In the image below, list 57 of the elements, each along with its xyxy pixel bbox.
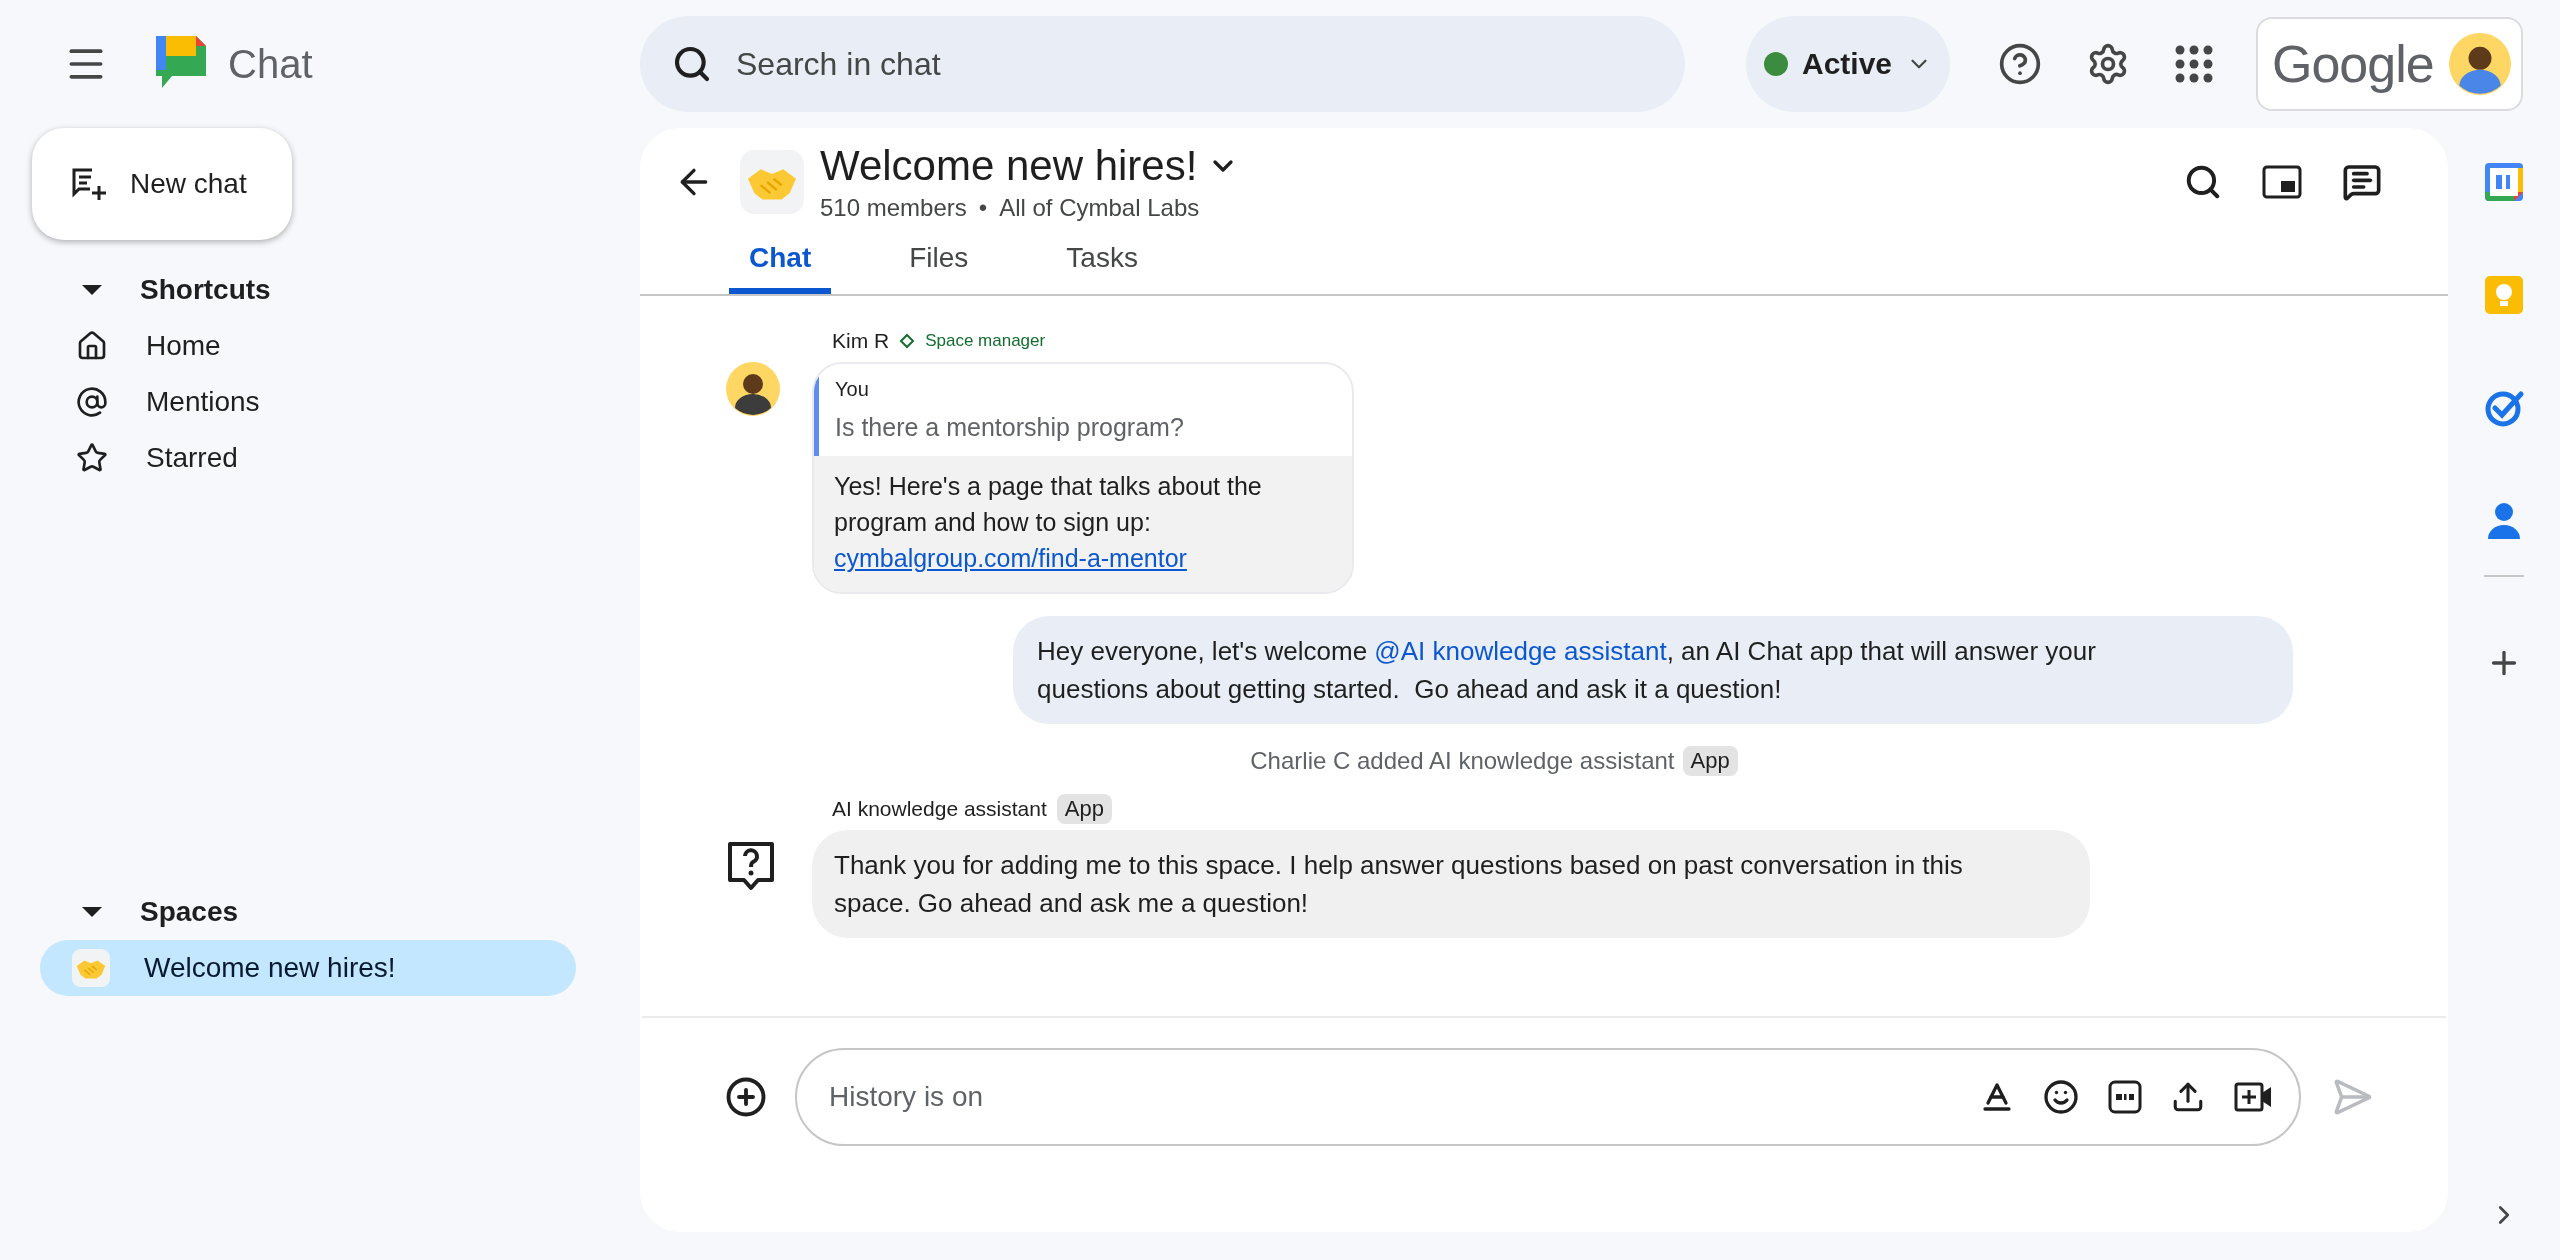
quote-author: You (835, 378, 870, 401)
picture-in-picture-icon[interactable] (2262, 164, 2302, 200)
add-icon[interactable] (725, 1076, 767, 1118)
handshake-icon (740, 150, 804, 214)
collapse-caret-icon[interactable] (80, 283, 104, 297)
sender-name: Kim R (832, 329, 890, 353)
quote-text: Is there a mentorship program? (835, 413, 1185, 442)
separator-dot: • (978, 194, 988, 222)
new-chat-button[interactable]: New chat (32, 128, 292, 240)
account-avatar (2449, 33, 2511, 95)
mention-link[interactable]: @AI knowledge assistant (1374, 636, 1667, 666)
space-title: Welcome new hires! (820, 142, 1198, 190)
avatar (726, 362, 780, 416)
task-check-icon[interactable] (2484, 388, 2524, 428)
app-tag: App (1056, 794, 1112, 824)
thread-icon[interactable] (2342, 162, 2382, 202)
help-icon[interactable] (1998, 42, 2042, 86)
organization-name: All of Cymbal Labs (999, 194, 1200, 222)
search-field[interactable]: Search in chat (734, 44, 1653, 84)
app-tag: App (1682, 746, 1738, 776)
handshake-icon (72, 949, 110, 987)
diamond-icon (899, 333, 916, 349)
collapse-caret-icon[interactable] (80, 905, 104, 919)
status-button[interactable]: Active (1746, 16, 1950, 112)
sidebar-item[interactable]: Starred (32, 430, 640, 486)
message-text: Hey everyone, let's welcome @AI knowledge assistant, an AI Chat app that will answer your questions about getting started. Go ahead and ask it a question! (1037, 635, 2097, 706)
account-button[interactable]: Google (2256, 17, 2523, 111)
search-icon (672, 44, 712, 84)
sender-name: AI knowledge assistant (832, 797, 1047, 821)
apps-grid-icon[interactable] (2174, 44, 2214, 84)
app-name: Chat (228, 41, 313, 87)
sidebar-item[interactable]: Home (32, 318, 640, 374)
home-icon (76, 330, 108, 362)
message-link[interactable]: cymbalgroup.com/find-a-mentor (834, 540, 1187, 576)
at-sign-icon (76, 386, 108, 418)
space-item[interactable]: Welcome new hires! (40, 940, 576, 996)
section-title: Shortcuts (140, 274, 271, 306)
emoji-icon[interactable] (2043, 1079, 2079, 1115)
message-text: Yes! Here's a page that talks about the program and how to sign up: (834, 471, 1263, 538)
sender-role: Space manager (925, 331, 1046, 351)
message-text: Thank you for adding me to this space. I help answer questions based on past conversation in this space. Go ahead and ask me a question! (834, 849, 1964, 920)
upload-icon[interactable] (2171, 1080, 2205, 1114)
tab[interactable]: Files (889, 234, 989, 294)
member-count: 510 members (820, 194, 967, 222)
system-message: Charlie C added AI knowledge assistant (1250, 747, 1675, 775)
star-icon (76, 442, 108, 474)
search-icon[interactable] (2184, 163, 2222, 201)
status-dot (1763, 52, 1788, 76)
calendar-icon[interactable] (2484, 162, 2524, 202)
person-icon[interactable] (2486, 501, 2522, 541)
section-title: Spaces (140, 896, 239, 928)
message-box[interactable]: History is on (795, 1048, 2301, 1146)
tab[interactable]: Chat (729, 234, 832, 294)
message-field[interactable]: History is on (827, 1080, 1951, 1114)
search-bar[interactable]: Search in chat (640, 16, 1685, 112)
sidebar-item[interactable]: Mentions (32, 374, 640, 430)
tab[interactable]: Tasks (1046, 234, 1158, 294)
